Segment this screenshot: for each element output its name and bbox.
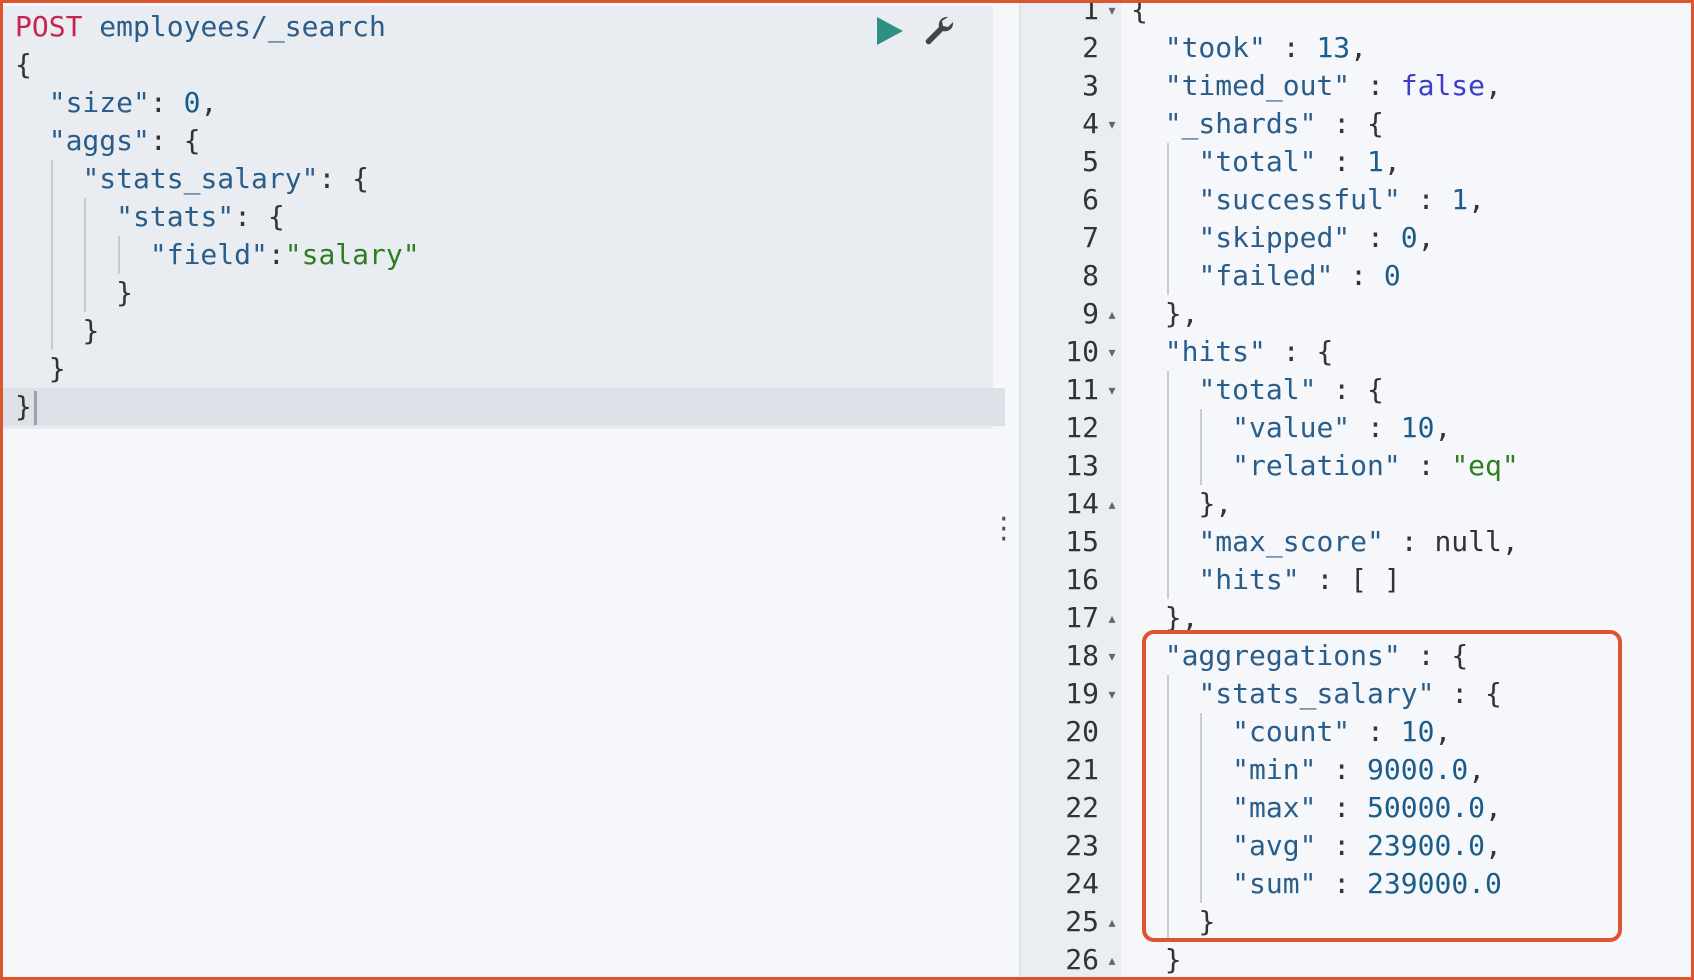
- fold-open-icon[interactable]: ▾: [1103, 676, 1121, 714]
- line-number: 6: [1082, 183, 1099, 216]
- indent-guide: [1166, 371, 1169, 409]
- response-code-line: "skipped" : 0,: [1131, 219, 1434, 257]
- indent-guide: [50, 236, 53, 274]
- request-code-line[interactable]: }: [3, 312, 1005, 350]
- line-number: 25 ▴: [1021, 903, 1121, 941]
- line-number: 17 ▴: [1021, 599, 1121, 637]
- response-code-line: },: [1164, 297, 1199, 330]
- fold-open-icon[interactable]: ▾: [1103, 638, 1121, 676]
- request-editor-pane[interactable]: POST employees/_search { "size": 0, "agg…: [3, 3, 1005, 977]
- run-request-button[interactable]: [871, 13, 907, 49]
- line-number: 4 ▾: [1021, 105, 1121, 143]
- response-code-line: "hits" : {: [1164, 335, 1334, 368]
- response-code-line: "took" : 13,: [1164, 31, 1368, 64]
- request-line-method[interactable]: POST employees/_search: [15, 8, 1005, 46]
- response-code-line: "value" : 10,: [1131, 409, 1451, 447]
- indent-guide: [1166, 181, 1169, 219]
- request-code-line[interactable]: {: [3, 46, 1005, 84]
- response-code-line: "failed" : 0: [1131, 257, 1401, 295]
- line-number: 2: [1082, 31, 1099, 64]
- request-code-line[interactable]: "aggs": {: [3, 122, 1005, 160]
- request-editor[interactable]: POST employees/_search { "size": 0, "agg…: [3, 6, 1005, 429]
- wrench-icon: [925, 16, 954, 45]
- indent-guide: [117, 236, 120, 274]
- line-number: 9 ▴: [1021, 295, 1121, 333]
- line-number: 21: [1065, 753, 1099, 786]
- indent-guide: [1200, 447, 1203, 485]
- play-icon: [877, 17, 903, 45]
- indent-guide: [1166, 561, 1169, 599]
- request-code-line[interactable]: "field":"salary": [3, 236, 1005, 274]
- indent-guide: [84, 198, 87, 236]
- indent-guide: [84, 236, 87, 274]
- request-code-line[interactable]: }: [3, 274, 1005, 312]
- indent-guide: [1166, 219, 1169, 257]
- request-settings-button[interactable]: [921, 13, 957, 49]
- line-number: 23: [1065, 829, 1099, 862]
- line-number: 5: [1082, 145, 1099, 178]
- line-number: 26 ▴: [1021, 941, 1121, 977]
- response-code-line: {: [1131, 3, 1148, 26]
- response-code-line: "total" : 1,: [1131, 143, 1401, 181]
- fold-close-icon[interactable]: ▴: [1103, 942, 1121, 977]
- fold-open-icon[interactable]: ▾: [1103, 334, 1121, 372]
- line-number: 16: [1065, 563, 1099, 596]
- request-code-line[interactable]: }: [3, 388, 1005, 426]
- line-number: 18 ▾: [1021, 637, 1121, 675]
- line-number: 3: [1082, 69, 1099, 102]
- indent-guide: [1166, 523, 1169, 561]
- indent-guide: [50, 312, 53, 350]
- fold-close-icon[interactable]: ▴: [1103, 904, 1121, 942]
- line-number: 19 ▾: [1021, 675, 1121, 713]
- line-number: 10 ▾: [1021, 333, 1121, 371]
- aggregations-highlight-box: [1142, 630, 1622, 942]
- indent-guide: [50, 198, 53, 236]
- line-number: 7: [1082, 221, 1099, 254]
- response-code-line: "hits" : [ ]: [1131, 561, 1401, 599]
- http-method: POST: [15, 10, 83, 43]
- request-code-line[interactable]: "stats": {: [3, 198, 1005, 236]
- response-code-line: },: [1131, 485, 1232, 523]
- response-code-line: }: [1164, 943, 1182, 976]
- pane-resize-handle[interactable]: · · ·: [999, 505, 1009, 555]
- request-code-line[interactable]: }: [3, 350, 1005, 388]
- indent-guide: [1166, 409, 1169, 447]
- response-code-line: "relation" : "eq": [1131, 447, 1519, 485]
- line-number: 14 ▴: [1021, 485, 1121, 523]
- indent-guide: [1166, 485, 1169, 523]
- indent-guide: [1166, 257, 1169, 295]
- line-number: 1 ▾: [1021, 3, 1121, 29]
- response-code-line: "successful" : 1,: [1131, 181, 1485, 219]
- line-number: 13: [1065, 449, 1099, 482]
- indent-guide: [84, 274, 87, 312]
- fold-open-icon[interactable]: ▾: [1103, 372, 1121, 410]
- line-number: 24: [1065, 867, 1099, 900]
- indent-guide: [1166, 143, 1169, 181]
- indent-guide: [50, 274, 53, 312]
- indent-guide: [1200, 409, 1203, 447]
- response-code-line: "timed_out" : false,: [1164, 69, 1502, 102]
- line-number: 22: [1065, 791, 1099, 824]
- indent-guide: [1166, 447, 1169, 485]
- response-code-line: "_shards" : {: [1164, 107, 1384, 140]
- fold-close-icon[interactable]: ▴: [1103, 600, 1121, 638]
- fold-close-icon[interactable]: ▴: [1103, 296, 1121, 334]
- fold-open-icon[interactable]: ▾: [1103, 106, 1121, 144]
- request-code-line[interactable]: "stats_salary": {: [3, 160, 1005, 198]
- line-number: 20: [1065, 715, 1099, 748]
- request-path: employees/_search: [82, 10, 386, 43]
- fold-close-icon[interactable]: ▴: [1103, 486, 1121, 524]
- response-gutter: 1 ▾ 2 3 4 ▾ 5 6 7 8 9 ▴ 10 ▾ 11 ▾ 12 13 14 ▴ 15 16 17 ▴ 18 ▾ 19 ▾ 20…: [1021, 3, 1121, 977]
- text-cursor: [33, 391, 37, 425]
- request-code-line[interactable]: "size": 0,: [3, 84, 1005, 122]
- fold-open-icon[interactable]: ▾: [1103, 3, 1121, 30]
- line-number: 15: [1065, 525, 1099, 558]
- line-number: 11 ▾: [1021, 371, 1121, 409]
- indent-guide: [50, 160, 53, 198]
- line-number: 12: [1065, 411, 1099, 444]
- line-number: 8: [1082, 259, 1099, 292]
- response-code-line: "max_score" : null,: [1131, 523, 1519, 561]
- response-code-line: "total" : {: [1131, 371, 1384, 409]
